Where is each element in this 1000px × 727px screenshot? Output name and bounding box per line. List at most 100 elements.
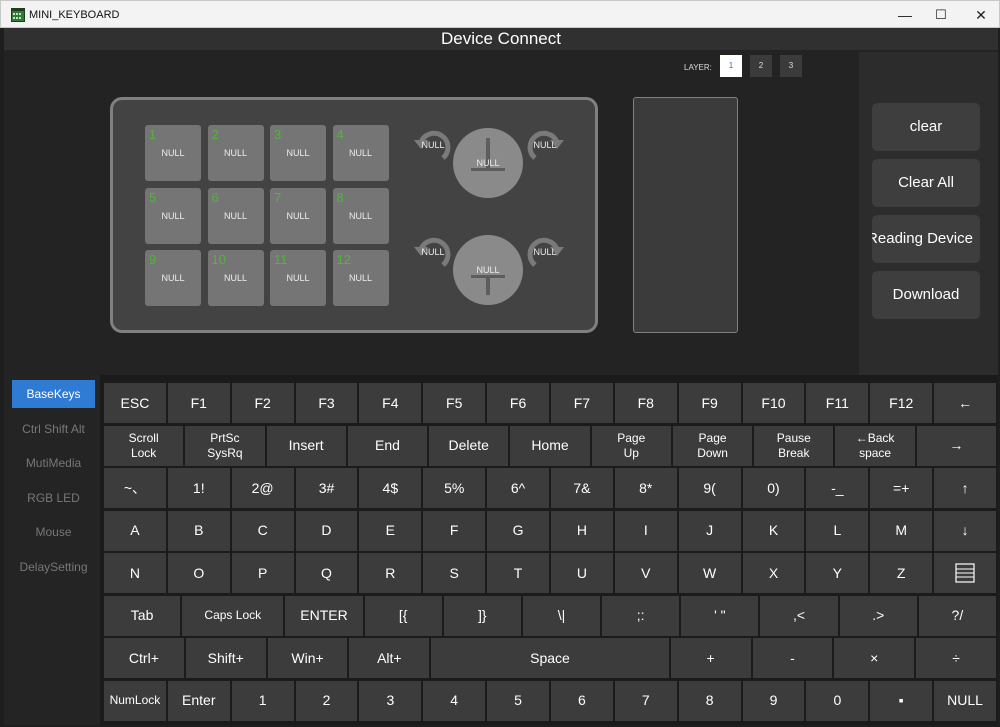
key-sym[interactable]: ▪ [870,680,933,721]
key-shift[interactable]: Shift+ [185,638,266,678]
key-alt[interactable]: Alt+ [349,638,430,678]
key-sym[interactable]: -_ [806,468,869,508]
layer-2-button[interactable]: 2 [750,55,772,77]
key-9[interactable]: 9( [678,468,741,508]
key-d[interactable]: D [295,510,358,551]
knob-2-rotate-left[interactable]: NULL [413,235,453,269]
key-enter[interactable]: ENTER [285,595,363,636]
key-6[interactable]: 6 [551,680,613,721]
macro-key-1[interactable]: 1 NULL [145,125,201,181]
maximize-button[interactable]: ☐ [921,1,961,29]
key-f2[interactable]: F2 [231,383,294,423]
key-f9[interactable]: F9 [678,383,741,423]
macro-key-3[interactable]: 3 NULL [270,125,326,181]
knob-1-rotate-left[interactable]: NULL [413,128,453,162]
minimize-button[interactable]: — [885,1,925,29]
macro-key-9[interactable]: 9 NULL [145,250,201,306]
key-v[interactable]: V [614,553,677,593]
key-esc[interactable]: ESC [104,383,166,423]
clear-all-button[interactable]: Clear All [872,159,980,207]
key-f10[interactable]: F10 [742,383,805,423]
key-7[interactable]: 7& [551,468,613,508]
key-w[interactable]: W [678,553,741,593]
key-g[interactable]: G [487,510,549,551]
key-b[interactable]: B [167,510,230,551]
key-i[interactable]: I [614,510,677,551]
key-f5[interactable]: F5 [423,383,486,423]
key-p[interactable]: P [231,553,294,593]
close-button[interactable]: ✕ [961,1,1000,29]
key-home[interactable]: Home [510,425,590,466]
key-t[interactable]: T [487,553,549,593]
key-r[interactable]: R [359,553,422,593]
key-3[interactable]: 3# [295,468,358,508]
key-pause-break[interactable]: Pause Break [754,425,834,466]
macro-key-11[interactable]: 11 NULL [270,250,326,306]
key-prtsc-sysrq[interactable]: PrtSc SysRq [185,425,265,466]
key-sym[interactable]: + [670,638,751,678]
key-e[interactable]: E [359,510,422,551]
key-8[interactable]: 8 [678,680,741,721]
macro-key-4[interactable]: 4 NULL [332,125,389,181]
key-f3[interactable]: F3 [295,383,358,423]
key-f[interactable]: F [423,510,486,551]
key-numlock[interactable]: NumLock [104,680,166,721]
key-m[interactable]: M [870,510,933,551]
key-sym[interactable]: - [752,638,833,678]
key-6[interactable]: 6^ [487,468,549,508]
key-f4[interactable]: F4 [359,383,422,423]
reading-device-button[interactable]: Reading Device [872,215,980,263]
key-sym[interactable]: ← [934,383,996,423]
macro-key-7[interactable]: 7 NULL [270,187,326,244]
key-4[interactable]: 4$ [359,468,422,508]
download-button[interactable]: Download [872,271,980,319]
key-sym[interactable]: =+ [870,468,933,508]
key-page-down[interactable]: Page Down [672,425,753,466]
key-sym[interactable]: ↓ [934,510,996,551]
macro-key-8[interactable]: 8 NULL [332,187,389,244]
key-5[interactable]: 5% [423,468,486,508]
key-win[interactable]: Win+ [267,638,348,678]
key-sym[interactable]: → [916,425,996,466]
layer-1-button[interactable]: 1 [720,55,742,77]
key-j[interactable]: J [678,510,741,551]
category-rgb-led[interactable]: RGB LED [12,484,95,512]
key-scroll-lock[interactable]: Scroll Lock [104,425,184,466]
layer-3-button[interactable]: 3 [780,55,802,77]
macro-key-2[interactable]: 2 NULL [207,125,264,181]
key-q[interactable]: Q [295,553,358,593]
key-enter[interactable]: Enter [167,680,230,721]
key-sym[interactable]: ]} [443,595,521,636]
key-end[interactable]: End [347,425,428,466]
key-0[interactable]: 0) [742,468,805,508]
key-l[interactable]: L [806,510,869,551]
key-9[interactable]: 9 [742,680,805,721]
key-2[interactable]: 2 [295,680,358,721]
category-mouse[interactable]: Mouse [12,518,95,546]
knob-1-rotate-right[interactable]: NULL [525,128,565,162]
key-f12[interactable]: F12 [870,383,933,423]
key-k[interactable]: K [742,510,805,551]
key-c[interactable]: C [231,510,294,551]
key-sym[interactable]: ' " [681,595,759,636]
key-space[interactable]: Space [431,638,669,678]
key-f7[interactable]: F7 [551,383,613,423]
key-1[interactable]: 1! [167,468,230,508]
macro-key-5[interactable]: 5 NULL [145,187,201,244]
key-sym[interactable]: ?/ [918,595,996,636]
key-h[interactable]: H [551,510,613,551]
category-ctrl-shift-alt[interactable]: Ctrl Shift Alt [12,415,95,443]
key-sym[interactable]: ;: [602,595,680,636]
key-sym[interactable]: × [834,638,915,678]
key-sym[interactable]: ÷ [916,638,996,678]
key-sym[interactable]: [{ [364,595,442,636]
key-caps-lock[interactable]: Caps Lock [182,595,284,636]
key-n[interactable]: N [104,553,166,593]
key-2[interactable]: 2@ [231,468,294,508]
key-y[interactable]: Y [806,553,869,593]
knob-2[interactable]: NULL [453,235,523,305]
key-a[interactable]: A [104,510,166,551]
key-u[interactable]: U [551,553,613,593]
key-x[interactable]: X [742,553,805,593]
key-page-up[interactable]: Page Up [591,425,671,466]
